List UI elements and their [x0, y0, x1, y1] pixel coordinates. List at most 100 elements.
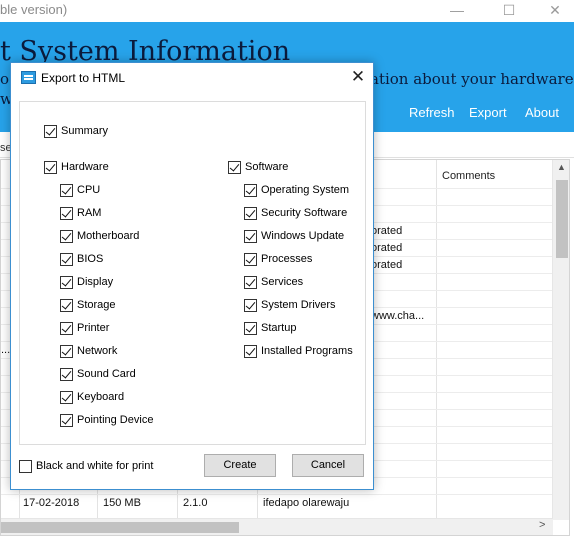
checkbox-label: Services [261, 276, 304, 288]
checkbox-label: CPU [77, 184, 101, 196]
checkbox-box [60, 367, 73, 381]
horizontal-scrollbar[interactable]: > [1, 518, 553, 535]
keyboard-checkbox[interactable]: Keyboard [60, 389, 124, 405]
checkbox-label: Windows Update [261, 230, 345, 242]
checkbox-box [60, 206, 73, 220]
checkbox-box [60, 298, 73, 312]
ram-checkbox[interactable]: RAM [60, 205, 101, 221]
dialog-close-icon[interactable]: ✕ [345, 65, 371, 91]
vertical-scrollbar[interactable]: ▲ [552, 160, 569, 520]
about-link[interactable]: About [525, 105, 559, 120]
network-checkbox[interactable]: Network [60, 343, 117, 359]
checkbox-box [44, 160, 57, 174]
grid-cell[interactable]: ... [1, 344, 10, 356]
startup-checkbox[interactable]: Startup [244, 320, 296, 336]
checkbox-box [244, 183, 257, 197]
checkbox-box [244, 321, 257, 335]
dialog-title: Export to HTML [41, 71, 126, 85]
cancel-button[interactable]: Cancel [292, 454, 364, 477]
grid-cell[interactable]: orated [371, 259, 402, 271]
hardware-checkbox[interactable]: Hardware [44, 159, 109, 175]
checkbox-box [244, 206, 257, 220]
horizontal-scroll-thumb[interactable] [1, 522, 239, 533]
grid-column-divider [436, 160, 437, 535]
security-software-checkbox[interactable]: Security Software [244, 205, 347, 221]
checkbox-label: Printer [77, 322, 110, 334]
checkbox-label: Motherboard [77, 230, 140, 242]
pointing-device-checkbox[interactable]: Pointing Device [60, 412, 153, 428]
checkbox-label: Storage [77, 299, 116, 311]
grid-cell[interactable]: orated [371, 242, 402, 254]
checkbox-box [244, 344, 257, 358]
close-icon[interactable]: ✕ [535, 0, 574, 22]
checkbox-label: Installed Programs [261, 345, 353, 357]
grid-cell[interactable]: ifedapo olarewaju [263, 497, 349, 509]
processes-checkbox[interactable]: Processes [244, 251, 312, 267]
checkbox-box [60, 275, 73, 289]
scroll-right-icon[interactable]: > [539, 519, 545, 531]
checkbox-box [44, 124, 57, 138]
printer-checkbox[interactable]: Printer [60, 320, 109, 336]
dialog-titlebar[interactable]: Export to HTML ✕ [11, 63, 373, 93]
export-link[interactable]: Export [469, 105, 507, 120]
checkbox-box [60, 321, 73, 335]
checkbox-box [19, 459, 32, 473]
checkbox-box [60, 252, 73, 266]
black-and-white-checkbox[interactable]: Black and white for print [19, 458, 153, 474]
software-checkbox[interactable]: Software [228, 159, 288, 175]
storage-checkbox[interactable]: Storage [60, 297, 116, 313]
checkbox-label: Keyboard [77, 391, 125, 403]
cpu-checkbox[interactable]: CPU [60, 182, 100, 198]
scroll-up-icon[interactable]: ▲ [557, 162, 566, 172]
checkbox-box [60, 344, 73, 358]
sound-card-checkbox[interactable]: Sound Card [60, 366, 136, 382]
checkbox-label: Display [77, 276, 114, 288]
operating-system-checkbox[interactable]: Operating System [244, 182, 349, 198]
checkbox-label: Sound Card [77, 368, 136, 380]
motherboard-checkbox[interactable]: Motherboard [60, 228, 139, 244]
windows-update-checkbox[interactable]: Windows Update [244, 228, 344, 244]
checkbox-box [60, 229, 73, 243]
display-checkbox[interactable]: Display [60, 274, 113, 290]
grid-cell[interactable]: www.cha... [371, 310, 424, 322]
column-header-comments[interactable]: Comments [442, 170, 495, 182]
banner-text-fragment: o [0, 70, 10, 88]
checkbox-label: System Drivers [261, 299, 336, 311]
checkbox-box [244, 298, 257, 312]
services-checkbox[interactable]: Services [244, 274, 303, 290]
checkbox-box [244, 229, 257, 243]
refresh-link[interactable]: Refresh [409, 105, 455, 120]
summary-checkbox[interactable]: Summary [44, 123, 108, 139]
create-button[interactable]: Create [204, 454, 276, 477]
minimize-icon[interactable]: — [437, 0, 477, 22]
grid-cell[interactable]: 17-02-2018 [23, 497, 79, 509]
checkbox-box [244, 252, 257, 266]
checkbox-label: Software [245, 161, 289, 173]
checkbox-label: Pointing Device [77, 414, 154, 426]
export-dialog: Export to HTML ✕ Summary Hardware CPU RA… [10, 62, 374, 490]
app-icon [21, 71, 36, 84]
checkbox-box [60, 390, 73, 404]
checkbox-label: RAM [77, 207, 102, 219]
grid-cell[interactable]: 2.1.0 [183, 497, 207, 509]
checkbox-label: Operating System [261, 184, 350, 196]
system-drivers-checkbox[interactable]: System Drivers [244, 297, 336, 313]
checkbox-label: Hardware [61, 161, 109, 173]
checkbox-box [60, 183, 73, 197]
grid-row-line [1, 494, 553, 495]
maximize-icon[interactable]: ☐ [489, 0, 529, 22]
checkbox-label: Network [77, 345, 118, 357]
checkbox-label: Black and white for print [36, 460, 154, 472]
checkbox-box [60, 413, 73, 427]
grid-cell[interactable]: 150 MB [103, 497, 141, 509]
banner-tagline: ation about your hardware [370, 70, 574, 88]
checkbox-label: Summary [61, 125, 109, 137]
checkbox-box [244, 275, 257, 289]
checkbox-label: Security Software [261, 207, 348, 219]
grid-cell[interactable]: orated [371, 225, 402, 237]
main-window-title: ble version) [0, 2, 68, 17]
installed-programs-checkbox[interactable]: Installed Programs [244, 343, 353, 359]
bios-checkbox[interactable]: BIOS [60, 251, 103, 267]
vertical-scroll-thumb[interactable] [556, 180, 568, 258]
main-window-titlebar: ble version) — ☐ ✕ [0, 0, 574, 22]
